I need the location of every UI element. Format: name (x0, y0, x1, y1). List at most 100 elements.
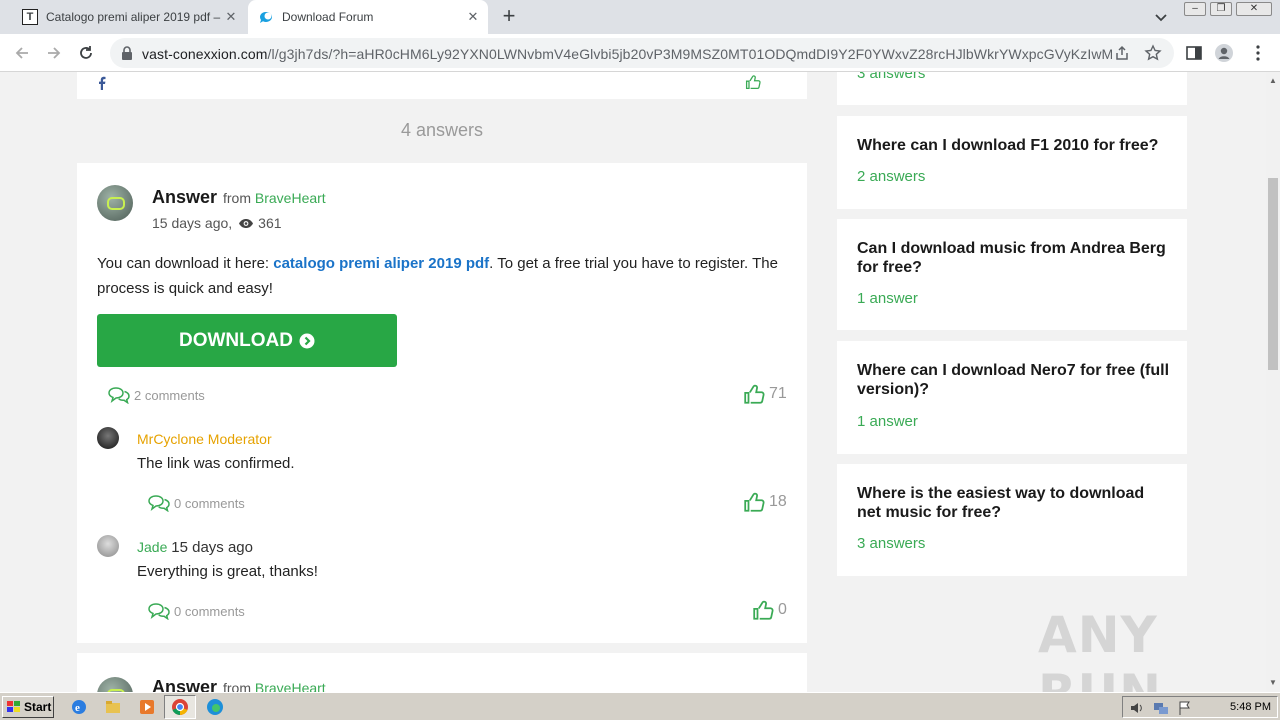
avatar (97, 185, 133, 221)
back-arrow-icon[interactable] (12, 43, 32, 63)
from-label: from (223, 190, 251, 206)
svg-text:e: e (75, 702, 80, 714)
taskbar-chrome-active[interactable] (164, 695, 196, 719)
answers-count: 1 answer (857, 413, 918, 430)
reload-icon[interactable] (76, 43, 96, 63)
url-text[interactable]: vast-conexxion.com/l/g3jh7ds/?h=aHR0cHM6… (142, 46, 1112, 62)
tab-strip: T Catalogo premi aliper 2019 pdf – Tele … (0, 0, 1280, 34)
tab-favicon-t-icon: T (22, 9, 38, 25)
bookmark-star-icon[interactable] (1144, 44, 1162, 62)
facebook-icon[interactable] (97, 76, 107, 90)
url-host: vast-conexxion.com (142, 46, 268, 62)
answer-title: Answer (152, 677, 218, 692)
answers-count: 3 answers (857, 535, 926, 552)
question-card-partial (77, 72, 807, 99)
like-count: 18 (769, 493, 787, 510)
close-window-button[interactable]: ✕ (1236, 2, 1272, 16)
scroll-up-icon[interactable]: ▲ (1269, 76, 1277, 85)
scroll-down-icon[interactable]: ▼ (1269, 678, 1277, 687)
comments-toggle[interactable]: 0 comments (147, 602, 245, 620)
chrome-icon (172, 699, 188, 716)
side-panel-icon[interactable] (1184, 43, 1204, 63)
comments-icon (148, 495, 170, 512)
tab-download-forum[interactable]: Download Forum ✕ (248, 0, 488, 34)
comments-count: 2 comments (134, 387, 205, 403)
address-bar[interactable]: vast-conexxion.com/l/g3jh7ds/?h=aHR0cHM6… (110, 38, 1174, 68)
question-title[interactable]: Where is the easiest way to download net… (857, 484, 1172, 522)
thumbs-up-icon[interactable] (743, 74, 763, 90)
taskbar: Start e 5:48 PM (0, 692, 1280, 720)
system-tray: 5:48 PM (1122, 696, 1278, 718)
thumbs-up-icon (744, 492, 765, 512)
related-question-card[interactable]: Where is the easiest way to download net… (837, 464, 1187, 576)
lock-icon[interactable] (121, 46, 133, 60)
download-button[interactable]: DOWNLOAD (97, 314, 397, 367)
question-title[interactable]: Where can I download F1 2010 for free? (857, 136, 1172, 155)
like-button[interactable]: 18 (743, 491, 787, 513)
comment-text: The link was confirmed. (137, 455, 295, 472)
comments-toggle[interactable]: 2 comments (107, 386, 205, 404)
comments-count: 0 comments (174, 495, 245, 511)
edge-icon[interactable] (206, 698, 224, 716)
download-button-label: DOWNLOAD (179, 329, 293, 351)
new-tab-icon[interactable]: + (498, 5, 520, 28)
file-explorer-icon[interactable] (104, 698, 122, 716)
answers-count: 1 answer (857, 290, 918, 307)
answer-card: Answer from BraveHeart 15 days ago, 361 … (77, 163, 807, 643)
forward-arrow-icon[interactable] (44, 43, 64, 63)
arrow-circle-right-icon (299, 333, 315, 348)
network-icon[interactable] (1153, 700, 1169, 716)
volume-icon[interactable] (1129, 700, 1145, 716)
minimize-button[interactable]: – (1184, 2, 1206, 16)
related-question-card[interactable]: 3 answers (837, 72, 1187, 105)
answer-body: You can download it here: catalogo premi… (97, 251, 787, 301)
comment-time: 15 days ago (171, 539, 253, 556)
vertical-scrollbar[interactable]: ▲ ▼ (1266, 72, 1280, 692)
related-question-card[interactable]: Can I download music from Andrea Berg fo… (837, 219, 1187, 330)
avatar (97, 535, 119, 557)
comments-icon (148, 603, 170, 620)
browser-toolbar: vast-conexxion.com/l/g3jh7ds/?h=aHR0cHM6… (0, 34, 1280, 72)
profile-avatar-icon[interactable] (1214, 43, 1234, 63)
commenter-name[interactable]: Jade (137, 539, 167, 555)
tab-close-icon[interactable]: ✕ (466, 10, 480, 24)
restore-button[interactable]: ❐ (1210, 2, 1232, 16)
commenter-name[interactable]: MrCyclone (137, 431, 204, 447)
media-player-icon[interactable] (138, 698, 156, 716)
flag-icon[interactable] (1177, 700, 1193, 716)
tab-catalogo[interactable]: T Catalogo premi aliper 2019 pdf – Tele … (14, 0, 246, 34)
related-question-card[interactable]: Where can I download Nero7 for free (ful… (837, 341, 1187, 454)
like-count: 71 (769, 385, 787, 402)
more-menu-icon[interactable] (1248, 43, 1268, 63)
url-path: /l/g3jh7ds/?h=aHR0cHM6Ly92YXN0LWNvbmV4eG… (267, 46, 1112, 62)
like-button[interactable]: 71 (743, 383, 787, 405)
comment-author-line: MrCyclone Moderator (137, 431, 272, 447)
thumbs-up-icon (744, 384, 765, 404)
download-link[interactable]: catalogo premi aliper 2019 pdf (273, 255, 489, 272)
comment-author-line: Jade 15 days ago (137, 539, 253, 556)
start-label: Start (24, 700, 52, 714)
eye-icon (239, 218, 254, 228)
answers-count-heading: 4 answers (400, 120, 484, 140)
comments-toggle[interactable]: 0 comments (147, 494, 245, 512)
internet-explorer-icon[interactable]: e (70, 698, 88, 716)
thumbs-up-icon (753, 600, 774, 620)
author-link[interactable]: BraveHeart (255, 190, 326, 206)
like-button[interactable]: 0 (752, 599, 787, 621)
comments-icon (108, 387, 130, 404)
question-title[interactable]: Can I download music from Andrea Berg fo… (857, 239, 1172, 277)
tab-close-icon[interactable]: ✕ (224, 10, 238, 24)
tab-search-chevron-icon[interactable] (1152, 8, 1170, 26)
related-question-card[interactable]: Where can I download F1 2010 for free? 2… (837, 116, 1187, 209)
answer-meta: 15 days ago, 361 (152, 215, 282, 231)
tab-title: Catalogo premi aliper 2019 pdf – Tele (46, 10, 221, 24)
scrollbar-thumb[interactable] (1268, 178, 1278, 370)
author-link[interactable]: BraveHeart (255, 680, 326, 692)
answer-author-line: from BraveHeart (223, 680, 326, 692)
forum-favicon-icon (258, 9, 274, 25)
question-title[interactable]: Where can I download Nero7 for free (ful… (857, 361, 1172, 399)
answer-text: You can download it here: (97, 255, 270, 272)
share-icon[interactable] (1113, 44, 1131, 62)
comment-text: Everything is great, thanks! (137, 563, 318, 580)
start-button[interactable]: Start (2, 696, 54, 718)
